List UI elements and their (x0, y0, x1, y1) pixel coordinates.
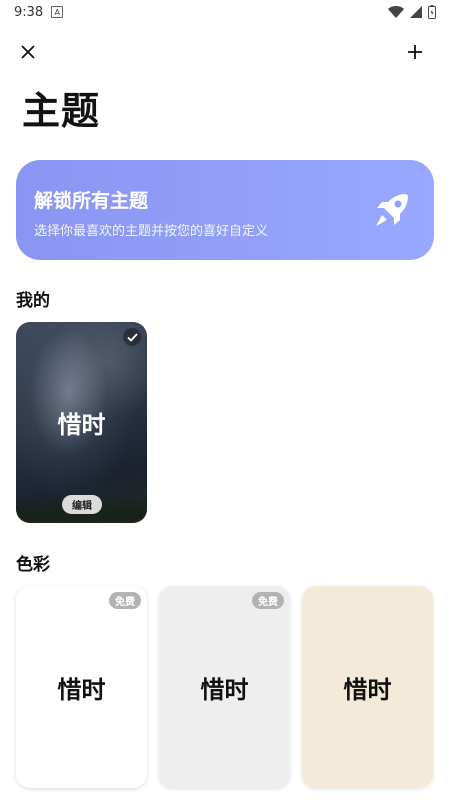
plus-icon (408, 45, 422, 59)
theme-card-label: 惜时 (343, 675, 392, 704)
close-button[interactable] (12, 36, 44, 68)
free-badge: 免费 (252, 592, 284, 609)
color-theme-card-white[interactable]: 免费 惜时 (16, 586, 147, 788)
theme-card-label: 惜时 (57, 675, 106, 704)
color-theme-card-gray[interactable]: 免费 惜时 (159, 586, 290, 788)
status-time: 9:38 (14, 4, 44, 20)
edit-button[interactable]: 编辑 (62, 495, 102, 514)
my-theme-card[interactable]: 惜时 编辑 (16, 322, 147, 523)
notification-a-icon: A (51, 6, 64, 18)
rocket-icon (376, 194, 408, 226)
theme-card-label: 惜时 (200, 675, 249, 704)
banner-title: 解锁所有主题 (34, 190, 149, 212)
banner-subtitle: 选择你最喜欢的主题并按您的喜好自定义 (34, 224, 269, 239)
top-bar (0, 34, 450, 70)
battery-icon (428, 5, 436, 19)
unlock-all-themes-banner[interactable]: 解锁所有主题 选择你最喜欢的主题并按您的喜好自定义 (16, 160, 434, 260)
add-theme-button[interactable] (399, 36, 431, 68)
status-bar: 9:38 A (0, 0, 450, 24)
color-theme-card-beige[interactable]: 惜时 (302, 586, 433, 788)
selected-check-icon (123, 328, 141, 346)
signal-icon (410, 6, 422, 18)
page-title: 主题 (22, 89, 101, 133)
free-badge: 免费 (109, 592, 141, 609)
wifi-icon (388, 6, 404, 18)
section-title-colors: 色彩 (16, 555, 50, 575)
close-icon (21, 45, 35, 59)
theme-card-label: 惜时 (57, 411, 106, 439)
section-title-mine: 我的 (16, 291, 50, 311)
